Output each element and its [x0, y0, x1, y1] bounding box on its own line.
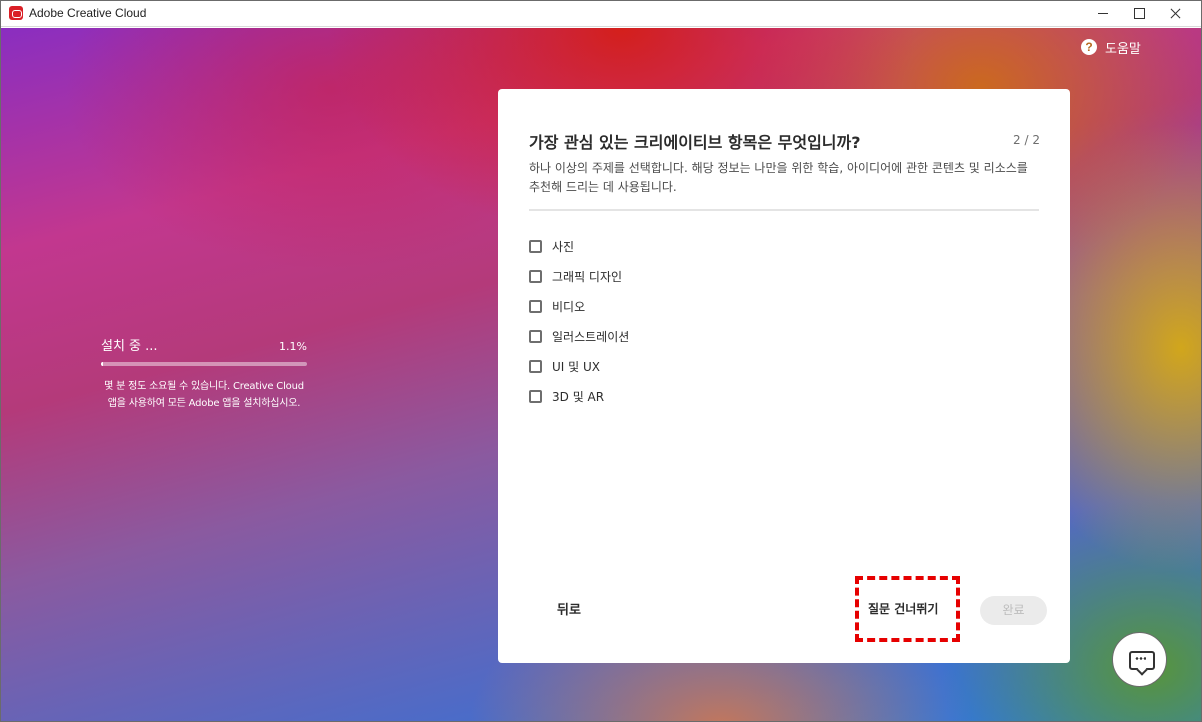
question-title: 가장 관심 있는 크리에이티브 항목은 무엇입니까? [529, 133, 861, 152]
option-label: 사진 [552, 239, 575, 254]
install-percent: 1.1% [279, 340, 307, 353]
chat-icon [1135, 657, 1146, 660]
option-photography[interactable]: 사진 [529, 231, 629, 261]
checkbox[interactable] [529, 329, 542, 343]
option-label: 3D 및 AR [552, 389, 605, 404]
checkbox[interactable] [529, 299, 542, 313]
window-title: Adobe Creative Cloud [29, 6, 147, 20]
option-illustration[interactable]: 일러스트레이션 [529, 321, 629, 351]
install-progress-panel: 설치 중 ... 1.1% 몇 분 정도 소요될 수 있습니다. Creativ… [101, 335, 307, 412]
divider [529, 209, 1039, 211]
app-window: Adobe Creative Cloud ? 도움말 설치 중 ... 1.1%… [0, 0, 1202, 722]
checkbox[interactable] [529, 239, 542, 253]
creative-cloud-logo-icon [9, 6, 23, 20]
option-3d-ar[interactable]: 3D 및 AR [529, 381, 629, 411]
question-mark-icon: ? [1081, 39, 1097, 55]
checkbox[interactable] [529, 359, 542, 373]
maximize-button[interactable] [1121, 1, 1157, 27]
option-label: 그래픽 디자인 [552, 269, 623, 284]
highlight-annotation [855, 576, 960, 642]
option-video[interactable]: 비디오 [529, 291, 629, 321]
progress-fill [101, 362, 104, 366]
options-list: 사진 그래픽 디자인 비디오 일러스트레이션 UI 및 UX 3D 및 AR [529, 231, 629, 411]
checkbox[interactable] [529, 389, 542, 403]
question-card: 가장 관심 있는 크리에이티브 항목은 무엇입니까? 2 / 2 하나 이상의 … [498, 89, 1070, 663]
option-label: UI 및 UX [552, 359, 600, 374]
checkbox[interactable] [529, 269, 542, 283]
step-indicator: 2 / 2 [1013, 133, 1040, 147]
minimize-button[interactable] [1085, 1, 1121, 27]
chat-button[interactable] [1112, 632, 1167, 687]
title-bar: Adobe Creative Cloud [1, 1, 1201, 27]
progress-bar [101, 362, 307, 366]
option-graphic-design[interactable]: 그래픽 디자인 [529, 261, 629, 291]
option-ui-ux[interactable]: UI 및 UX [529, 351, 629, 381]
install-status: 설치 중 ... [101, 339, 158, 354]
done-button[interactable]: 완료 [980, 596, 1047, 625]
option-label: 일러스트레이션 [552, 329, 630, 344]
option-label: 비디오 [552, 299, 586, 314]
back-button[interactable]: 뒤로 [557, 599, 581, 618]
help-link[interactable]: ? 도움말 [1081, 38, 1141, 57]
question-description: 하나 이상의 주제를 선택합니다. 해당 정보는 나만을 위한 학습, 아이디어… [529, 161, 1028, 194]
close-button[interactable] [1157, 1, 1193, 27]
help-label: 도움말 [1105, 41, 1141, 57]
install-note: 몇 분 정도 소요될 수 있습니다. Creative Cloud 앱을 사용하… [104, 381, 304, 409]
